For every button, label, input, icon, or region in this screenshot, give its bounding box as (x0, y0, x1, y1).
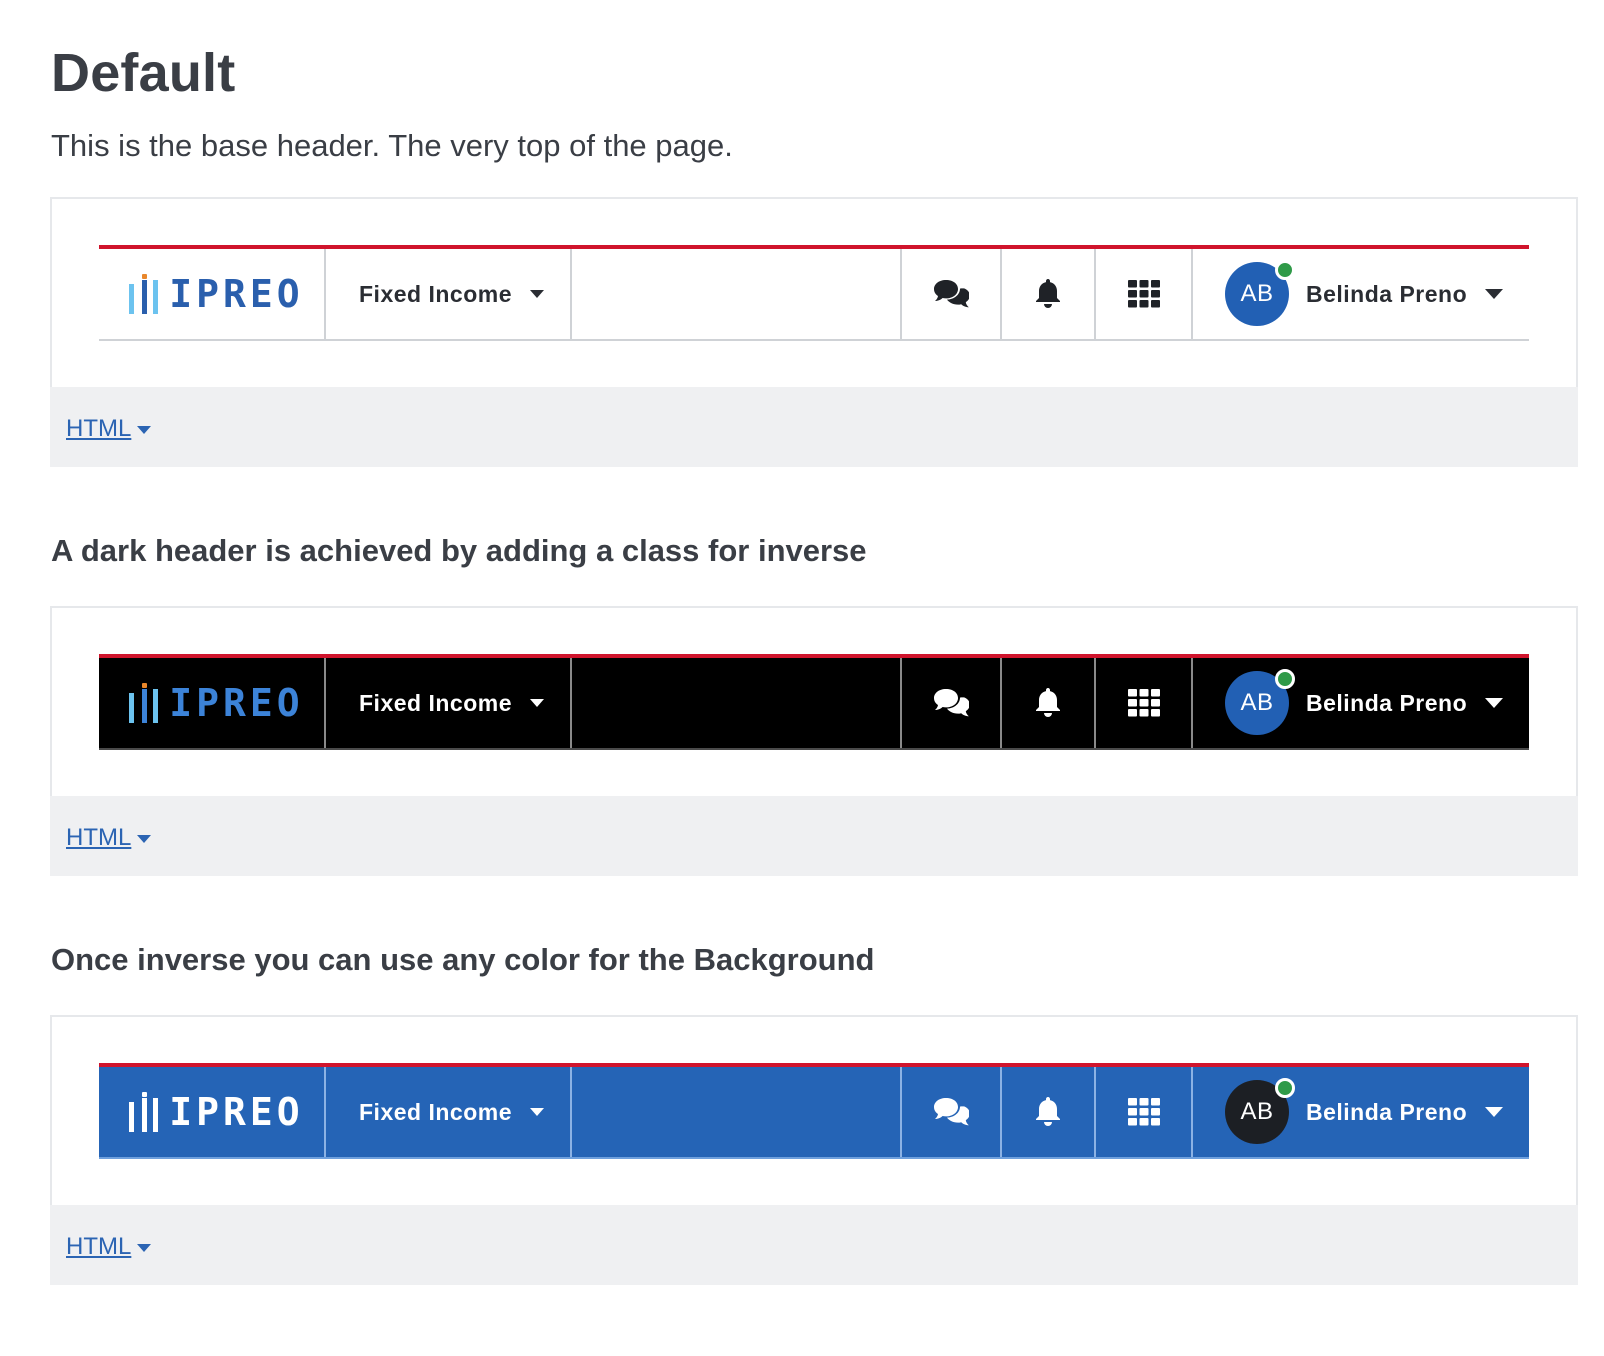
html-code-toggle[interactable]: HTML (66, 824, 152, 852)
apps-grid-icon (1127, 280, 1160, 308)
logo-mark-icon (129, 1092, 159, 1132)
ipreo-logo: IPREO (129, 681, 303, 725)
notifications-button[interactable] (1002, 249, 1096, 339)
chat-icon (933, 688, 969, 718)
ipreo-logo: IPREO (129, 272, 303, 316)
header-spacer (572, 249, 902, 339)
presence-status-icon (1275, 669, 1295, 689)
logo-text: IPREO (169, 272, 304, 316)
avatar: AB (1225, 1078, 1295, 1144)
apps-grid-icon (1127, 1098, 1160, 1126)
logo-text: IPREO (169, 681, 304, 725)
chat-button[interactable] (902, 249, 1002, 339)
user-name: Belinda Preno (1306, 280, 1468, 307)
header-default: IPREO Fixed Income AB Belinda Preno (99, 245, 1529, 341)
header-blue: IPREO Fixed Income AB Belinda Preno (99, 1063, 1529, 1159)
chat-icon (933, 279, 969, 309)
html-toggle-label: HTML (66, 824, 132, 851)
header-spacer (572, 1067, 902, 1157)
presence-status-icon (1275, 1078, 1295, 1098)
module-label: Fixed Income (359, 1098, 512, 1125)
page-title: Default (51, 43, 236, 103)
header-dark: IPREO Fixed Income AB Belinda Preno (99, 654, 1529, 750)
section-heading-dark: A dark header is achieved by adding a cl… (51, 533, 867, 568)
logo-cell[interactable]: IPREO (99, 658, 326, 748)
user-name: Belinda Preno (1306, 689, 1468, 716)
html-code-toggle[interactable]: HTML (66, 415, 152, 443)
chevron-down-icon (529, 699, 544, 707)
user-menu[interactable]: AB Belinda Preno (1193, 1067, 1529, 1157)
bell-icon (1034, 278, 1062, 310)
avatar-initials: AB (1240, 689, 1274, 716)
bell-icon (1034, 687, 1062, 719)
module-selector[interactable]: Fixed Income (326, 249, 572, 339)
code-footer: HTML (50, 796, 1578, 876)
html-toggle-label: HTML (66, 415, 132, 442)
section-heading-color: Once inverse you can use any color for t… (51, 942, 875, 977)
html-code-toggle[interactable]: HTML (66, 1233, 152, 1261)
logo-cell[interactable]: IPREO (99, 249, 326, 339)
notifications-button[interactable] (1002, 658, 1096, 748)
module-selector[interactable]: Fixed Income (326, 1067, 572, 1157)
chevron-down-icon (1485, 289, 1504, 299)
module-selector[interactable]: Fixed Income (326, 658, 572, 748)
apps-grid-icon (1127, 689, 1160, 717)
caret-down-icon (137, 426, 152, 434)
avatar-initials: AB (1240, 280, 1274, 307)
chevron-down-icon (529, 1108, 544, 1116)
presence-status-icon (1275, 260, 1295, 280)
apps-button[interactable] (1096, 249, 1193, 339)
bell-icon (1034, 1096, 1062, 1128)
logo-cell[interactable]: IPREO (99, 1067, 326, 1157)
user-name: Belinda Preno (1306, 1098, 1468, 1125)
user-menu[interactable]: AB Belinda Preno (1193, 249, 1529, 339)
chevron-down-icon (1485, 1107, 1504, 1117)
caret-down-icon (137, 1244, 152, 1252)
avatar: AB (1225, 669, 1295, 735)
module-label: Fixed Income (359, 689, 512, 716)
code-footer: HTML (50, 1205, 1578, 1285)
chat-icon (933, 1097, 969, 1127)
apps-button[interactable] (1096, 658, 1193, 748)
ipreo-logo: IPREO (129, 1090, 303, 1134)
module-label: Fixed Income (359, 280, 512, 307)
caret-down-icon (137, 835, 152, 843)
apps-button[interactable] (1096, 1067, 1193, 1157)
notifications-button[interactable] (1002, 1067, 1096, 1157)
user-menu[interactable]: AB Belinda Preno (1193, 658, 1529, 748)
chat-button[interactable] (902, 658, 1002, 748)
avatar: AB (1225, 260, 1295, 326)
avatar-initials: AB (1240, 1098, 1274, 1125)
chat-button[interactable] (902, 1067, 1002, 1157)
html-toggle-label: HTML (66, 1233, 132, 1260)
logo-mark-icon (129, 683, 159, 723)
chevron-down-icon (529, 290, 544, 298)
logo-mark-icon (129, 274, 159, 314)
header-spacer (572, 658, 902, 748)
code-footer: HTML (50, 387, 1578, 467)
chevron-down-icon (1485, 698, 1504, 708)
logo-text: IPREO (169, 1090, 304, 1134)
page-description: This is the base header. The very top of… (51, 128, 733, 163)
